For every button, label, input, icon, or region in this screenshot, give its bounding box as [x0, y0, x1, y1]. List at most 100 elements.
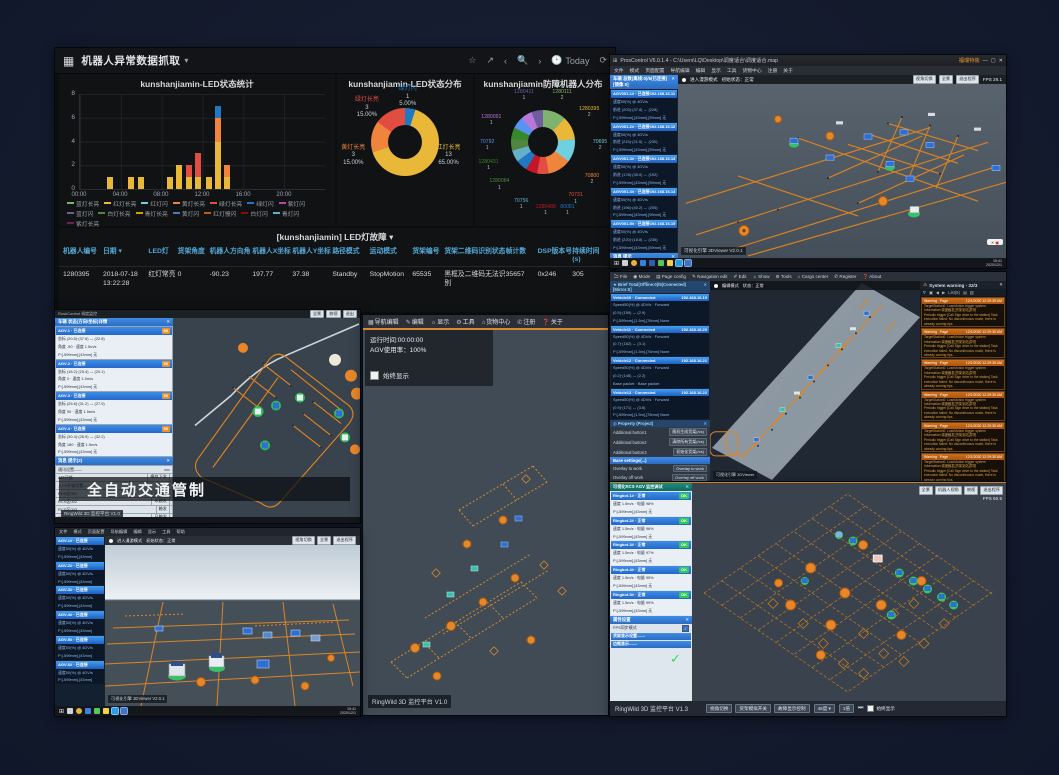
bar-plot[interactable]	[79, 94, 325, 190]
app-active2-icon[interactable]	[121, 708, 127, 714]
column-header[interactable]: 机器人编号	[63, 248, 103, 264]
menu-item[interactable]: 页面配置	[645, 67, 664, 74]
close-icon[interactable]: ✕	[703, 421, 707, 426]
menu-item[interactable]: ⌂ Cargo center	[798, 274, 829, 279]
camera-button[interactable]: 机器人视角	[935, 486, 962, 495]
mode-label[interactable]: 进入漫游模式	[690, 77, 718, 83]
menu-item[interactable]: 导航编辑	[111, 529, 128, 535]
column-header[interactable]: 机器人方向角	[210, 248, 253, 264]
shelf-display-section[interactable]: 货架显示设置——	[611, 633, 691, 640]
vehicle-entry[interactable]: Vehicle10 · Connected192.168.16.19 Speed…	[611, 294, 709, 325]
wechat-icon[interactable]	[94, 708, 100, 714]
menu-item[interactable]: ❓ About	[863, 274, 882, 280]
menu-item[interactable]: ▤ Page config	[656, 274, 686, 280]
menu-item[interactable]: 注册	[768, 67, 778, 74]
column-header[interactable]: LED灯	[148, 248, 177, 264]
close-button[interactable]: ✕	[999, 58, 1003, 64]
confirm-check-icon[interactable]: ✓	[610, 648, 692, 667]
warning-card[interactable]: Warning Page 12/1/2020 12:29:35 AM Targe…	[921, 328, 1005, 358]
menu-item[interactable]: ☼ Show	[753, 274, 770, 279]
menu-item[interactable]: ❓关于	[542, 317, 563, 326]
menu-item[interactable]: 帮助	[176, 529, 184, 535]
step-forward-icon[interactable]: ⏭	[858, 705, 863, 712]
warning-tool-icon[interactable]: List(5)	[948, 290, 960, 295]
menu-item[interactable]: ✐ Edit	[734, 274, 747, 280]
legend-item[interactable]: 白灯长亮	[98, 209, 130, 218]
legend-item[interactable]: 蓝灯闪	[67, 209, 93, 218]
dashboard-title[interactable]: 机器人异常数据抓取	[81, 53, 180, 68]
legend-item[interactable]: 白灯闪	[241, 209, 267, 218]
warning-card[interactable]: Warning Page 12/1/2020 12:29:35 AM Targe…	[921, 297, 1005, 327]
vehicle-entry[interactable]: AGV-6# · 已连接 速度50(%) @ 4DV/sP:[-599mm],[…	[56, 661, 104, 685]
robot-entry[interactable]: Ringbot-5# · 正常OK 速度 1.5m/s · 电量 99%P:[-…	[611, 591, 691, 615]
menu-item[interactable]: 编辑	[696, 67, 706, 74]
viewport-button[interactable]: 退出程序	[333, 536, 356, 545]
legend-item[interactable]: 红灯长亮	[104, 199, 136, 208]
legend-item[interactable]: 青灯闪	[273, 209, 299, 218]
angle-dropdown[interactable]: 45度 ▾	[814, 704, 835, 714]
legend-item[interactable]: 绿灯闪	[247, 199, 273, 208]
menu-item[interactable]: ✆注册	[517, 317, 535, 326]
menu-item[interactable]: 工具	[727, 67, 737, 74]
viewport-button[interactable]: 退出程序	[956, 75, 979, 84]
property-button[interactable]: Overlay off work	[672, 474, 707, 481]
menu-item[interactable]: 工具	[162, 529, 170, 535]
legend-item[interactable]: 青灯长亮	[136, 209, 168, 218]
explorer-icon[interactable]	[640, 260, 646, 266]
vehicle-entry[interactable]: AGV001-2# · 已连接192.168.16.12 速度50(%) @ 4…	[611, 123, 677, 155]
property-button[interactable]: 初始化货架(/cs)	[673, 448, 707, 456]
search-icon[interactable]	[67, 708, 73, 714]
close-icon[interactable]: ✕	[999, 282, 1003, 288]
toolbar-button[interactable]: 视角切换	[706, 704, 732, 714]
legend-item[interactable]: 紫灯闪	[279, 199, 305, 208]
menu-item[interactable]: 模式	[73, 529, 81, 535]
folder-icon[interactable]	[667, 260, 673, 266]
robot-entry[interactable]: Ringbot-3# · 正常OK 速度 1.5m/s · 电量 97%P:[-…	[611, 541, 691, 565]
legend-item[interactable]: 黄灯长亮	[173, 199, 205, 208]
menu-item[interactable]: 模式	[630, 67, 640, 74]
menu-item[interactable]: 显示	[711, 67, 721, 74]
time-range-picker[interactable]: 🕑 Today	[551, 55, 589, 66]
corridor-3d-view[interactable]: 编辑模式 状态：正常 可视化引擎 3DViewer	[710, 281, 920, 482]
menu-item[interactable]: ▦导航编辑	[368, 317, 399, 326]
always-show-checkbox[interactable]	[867, 705, 874, 712]
border-display-section[interactable]: 边框显示——	[611, 641, 691, 648]
menu-item[interactable]: 文件	[59, 529, 67, 535]
warning-tool-icon[interactable]: ▥	[970, 290, 974, 295]
chrome-icon[interactable]	[76, 708, 82, 714]
window-titlebar[interactable]: ⊞ ProsControl V6.0.1.4 - C:\Users\LQ\Des…	[610, 55, 1006, 66]
base-settings-section[interactable]: Base settings(...)	[610, 457, 710, 464]
warning-tool-icon[interactable]: ▶	[942, 290, 945, 295]
app-active2-icon[interactable]	[685, 260, 691, 266]
vehicle-entry[interactable]: AGV001-4# · 已连接192.168.16.14 速度50(%) @ 4…	[611, 188, 677, 220]
column-header[interactable]: DSP版本号	[538, 248, 573, 264]
legend-item[interactable]: 紫灯长亮	[67, 219, 99, 228]
taskbar-clock[interactable]: 15:412020/12/1	[986, 259, 1002, 268]
time-back-icon[interactable]: ‹	[504, 56, 507, 66]
monitor-3d-view[interactable]	[363, 330, 608, 715]
column-header[interactable]: 货架编号	[412, 248, 444, 264]
table-title[interactable]: [kunshanjiamin] LED灯故障	[277, 232, 387, 242]
share-icon[interactable]: ↗	[486, 55, 494, 66]
property-button[interactable]: 清除所有货架(/cs)	[669, 438, 707, 446]
time-forward-icon[interactable]: ›	[538, 56, 541, 66]
toolbar-button[interactable]: 货架模拟开关	[735, 704, 771, 714]
menu-item[interactable]: ☼显示	[431, 317, 450, 326]
vehicle-entry[interactable]: AGV-3 · 已连接50 坐标 (25.6)·(31.2) ↔ (27.5)角…	[56, 392, 172, 424]
chrome-icon[interactable]	[631, 260, 637, 266]
menu-item[interactable]: 文件	[614, 67, 624, 74]
column-header[interactable]: 机器人Y坐标	[292, 248, 332, 264]
horizon-3d-view[interactable]: 进入漫游模式 初始状态：正常 视角切换全景退出程序 可视化引擎 3DViewer…	[105, 536, 360, 706]
close-icon[interactable]: ✕	[703, 282, 707, 292]
warning-card[interactable]: Warning Page 12/1/2020 12:29:35 AM Targe…	[921, 453, 1005, 482]
menu-item[interactable]: ⌂货物中心	[482, 317, 511, 326]
column-header[interactable]: 帧计数	[506, 248, 538, 264]
column-header[interactable]: 货架角度	[178, 248, 210, 264]
windows-start-icon[interactable]: ⊞	[59, 708, 64, 715]
warning-tool-icon[interactable]: ∇	[923, 290, 926, 295]
menu-item[interactable]: ✎ Navigation edit	[692, 274, 728, 280]
camera-button[interactable]: 全景	[919, 486, 933, 495]
mode-label[interactable]: 编辑模式	[722, 283, 739, 289]
app-active-icon[interactable]	[112, 708, 118, 714]
trigger-row[interactable]: 通讯设置——	[56, 466, 172, 473]
